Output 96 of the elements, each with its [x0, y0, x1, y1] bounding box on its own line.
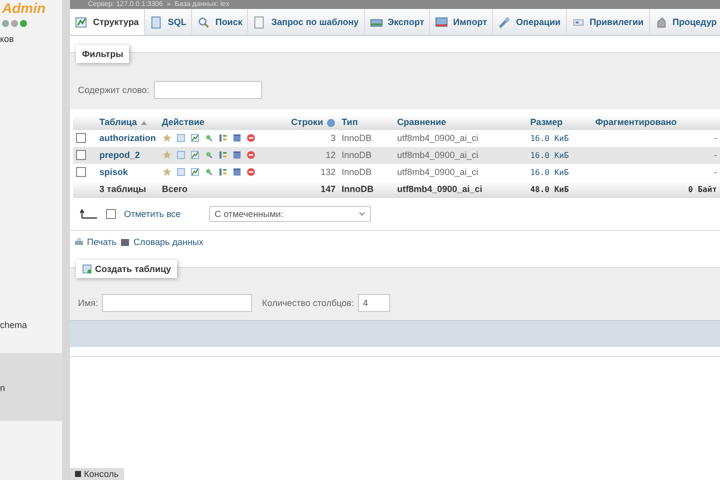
- table-cell: 147: [264, 180, 339, 198]
- browse-icon[interactable]: [176, 133, 186, 144]
- table-name-link[interactable]: prepod_2: [96, 146, 159, 164]
- star-icon[interactable]: [162, 150, 172, 160]
- tab[interactable]: SQL: [144, 9, 192, 35]
- table-cell: -: [592, 164, 720, 181]
- star-icon[interactable]: [162, 133, 172, 144]
- panel-title: Фильтры: [76, 45, 130, 63]
- empty-icon[interactable]: [232, 150, 242, 160]
- drop-icon[interactable]: [246, 150, 256, 160]
- tab[interactable]: Операции: [493, 9, 567, 35]
- browse-icon[interactable]: [176, 150, 186, 160]
- field-label: Содержит слово:: [78, 85, 150, 95]
- table-cell: utf8mb4_0900_ai_ci: [394, 164, 528, 181]
- empty-icon[interactable]: [232, 133, 242, 144]
- column-header[interactable]: Сравнение: [394, 115, 528, 130]
- column-header[interactable]: Таблица: [96, 115, 159, 130]
- tab[interactable]: Импорт: [430, 9, 494, 35]
- table-cell: InnoDB: [338, 130, 394, 147]
- bulk-action-dropdown[interactable]: С отмеченными:: [208, 206, 371, 222]
- check-all-link[interactable]: Отметить все: [124, 208, 181, 219]
- field-label: Количество столбцов:: [262, 298, 354, 308]
- tab[interactable]: Процедур: [650, 9, 720, 35]
- new-table-icon: [82, 264, 92, 274]
- table-name-link[interactable]: authorization: [96, 130, 159, 147]
- printer-icon: [74, 236, 84, 247]
- column-header[interactable]: Размер: [527, 115, 592, 130]
- tab[interactable]: Экспорт: [364, 9, 430, 35]
- console-tab[interactable]: Консоль: [70, 468, 124, 480]
- sidebar-item[interactable]: chema: [0, 317, 62, 333]
- empty-icon[interactable]: [232, 167, 242, 178]
- tab[interactable]: Запрос по шаблону: [248, 9, 365, 35]
- link[interactable]: Словарь данных: [120, 236, 204, 247]
- tab-icon: [253, 16, 266, 28]
- tab[interactable]: Привилегии: [566, 9, 650, 35]
- input-field[interactable]: [154, 81, 262, 99]
- sidebar-item[interactable]: n: [0, 353, 62, 421]
- tab-icon: [150, 16, 163, 28]
- checkbox[interactable]: [76, 133, 86, 144]
- input-field[interactable]: 4: [358, 294, 390, 312]
- column-header[interactable]: Строки: [264, 115, 339, 130]
- table-cell: 16.0 КиБ: [527, 130, 592, 147]
- checkbox[interactable]: [76, 167, 86, 178]
- tab-icon: [75, 16, 88, 28]
- column-header[interactable]: Фрагментировано: [592, 115, 720, 130]
- link[interactable]: Печать: [74, 236, 116, 247]
- drop-icon[interactable]: [246, 133, 256, 144]
- table-cell: 16.0 КиБ: [527, 146, 592, 164]
- table-cell: utf8mb4_0900_ai_ci: [394, 180, 528, 198]
- table-cell: -: [592, 130, 720, 147]
- help-icon[interactable]: [326, 118, 336, 128]
- table-cell: InnoDB: [338, 146, 394, 164]
- checkbox[interactable]: [76, 150, 86, 160]
- table-cell: 3 таблицы: [96, 180, 159, 198]
- structure-icon[interactable]: [190, 167, 200, 178]
- arrow-up-icon: [80, 208, 98, 219]
- table-cell: InnoDB: [338, 180, 394, 198]
- caret-icon: [358, 212, 365, 216]
- table-cell: 0 Байт: [592, 180, 720, 198]
- table-cell: 48.0 КиБ: [527, 180, 592, 198]
- drop-icon[interactable]: [246, 167, 256, 178]
- scrollbar[interactable]: [62, 0, 70, 480]
- table-cell: InnoDB: [338, 164, 394, 181]
- panel-title: Создать таблицу: [76, 260, 178, 278]
- insert-icon[interactable]: [218, 133, 228, 144]
- table-name-link[interactable]: spisok: [96, 164, 159, 181]
- search-icon[interactable]: [204, 167, 214, 178]
- field-label: Имя:: [78, 298, 98, 308]
- tab-icon: [197, 16, 210, 28]
- table-cell: 132: [264, 164, 339, 181]
- logo-text: Admin: [0, 0, 47, 16]
- insert-icon[interactable]: [218, 150, 228, 160]
- star-icon[interactable]: [162, 167, 172, 178]
- table-cell: 16.0 КиБ: [527, 164, 592, 181]
- search-icon[interactable]: [204, 150, 214, 160]
- tab-icon: [654, 16, 668, 28]
- table-cell: 3: [264, 130, 339, 147]
- column-header: Действие: [158, 115, 265, 130]
- column-header[interactable]: Тип: [338, 115, 394, 130]
- table-cell: 12: [264, 146, 339, 164]
- sidebar-item[interactable]: ков: [0, 31, 62, 47]
- insert-icon[interactable]: [218, 167, 228, 178]
- table-cell: utf8mb4_0900_ai_ci: [394, 130, 528, 147]
- tab[interactable]: Поиск: [192, 9, 248, 35]
- structure-icon[interactable]: [190, 150, 200, 160]
- table-cell: -: [592, 146, 720, 164]
- tab-icon: [435, 16, 448, 28]
- checkbox[interactable]: [106, 208, 116, 219]
- input-field[interactable]: [102, 294, 252, 312]
- browse-icon[interactable]: [176, 167, 186, 178]
- tab[interactable]: Структура: [70, 9, 145, 35]
- structure-icon[interactable]: [190, 133, 200, 144]
- search-icon[interactable]: [204, 133, 214, 144]
- table-cell: utf8mb4_0900_ai_ci: [394, 146, 528, 164]
- table-cell: Всего: [158, 180, 265, 198]
- tab-icon: [498, 16, 512, 28]
